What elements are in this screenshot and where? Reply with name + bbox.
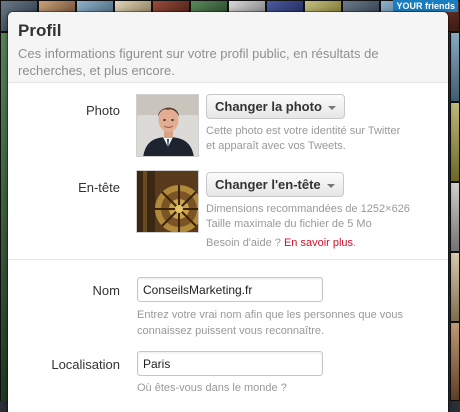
name-label: Nom	[92, 283, 120, 298]
photo-label: Photo	[86, 103, 120, 118]
modal-header: Profil Ces informations figurent sur vot…	[8, 12, 448, 83]
section-divider	[8, 259, 448, 260]
location-label: Localisation	[51, 357, 120, 372]
location-input[interactable]	[137, 351, 323, 376]
background-tile	[450, 252, 460, 322]
background-tile	[450, 322, 460, 401]
change-photo-button-label: Changer la photo	[215, 99, 322, 114]
photo-help: Cette photo est votre identité sur Twitt…	[206, 125, 401, 152]
header-help-suffix: .	[353, 237, 357, 249]
change-photo-button[interactable]: Changer la photo	[206, 94, 345, 119]
modal-title: Profil	[18, 21, 62, 40]
background-tile	[450, 102, 460, 182]
header-dimensions-help: Dimensions recommandées de 1252×626	[206, 203, 410, 215]
location-help: Où êtes-vous dans le monde ?	[137, 382, 287, 394]
header-image-thumbnail[interactable]	[136, 170, 199, 233]
header-help-line: Besoin d'aide ? En savoir plus.	[206, 236, 436, 251]
header-image	[137, 171, 198, 232]
chevron-down-icon	[326, 183, 335, 188]
change-header-button-label: Changer l'en-tête	[215, 177, 321, 192]
header-help-prefix: Besoin d'aide ?	[206, 237, 281, 249]
header-size-help: Taille maximale du fichier de 5 Mo	[206, 218, 372, 230]
background-tile	[450, 32, 460, 102]
profile-photo-image	[137, 95, 198, 156]
promo-banner-text: YOUR friends	[393, 0, 458, 12]
profile-photo-thumbnail[interactable]	[136, 94, 199, 157]
modal-subtitle: Ces informations figurent sur votre prof…	[18, 46, 379, 78]
chevron-down-icon	[327, 105, 336, 110]
header-label: En-tête	[78, 180, 120, 195]
learn-more-link[interactable]: En savoir plus	[284, 237, 353, 249]
name-help: Entrez votre vrai nom afin que les perso…	[137, 309, 403, 337]
change-header-button[interactable]: Changer l'en-tête	[206, 172, 344, 197]
background-tile	[450, 182, 460, 252]
profile-modal: Profil Ces informations figurent sur vot…	[8, 12, 448, 412]
name-input[interactable]	[137, 277, 323, 302]
